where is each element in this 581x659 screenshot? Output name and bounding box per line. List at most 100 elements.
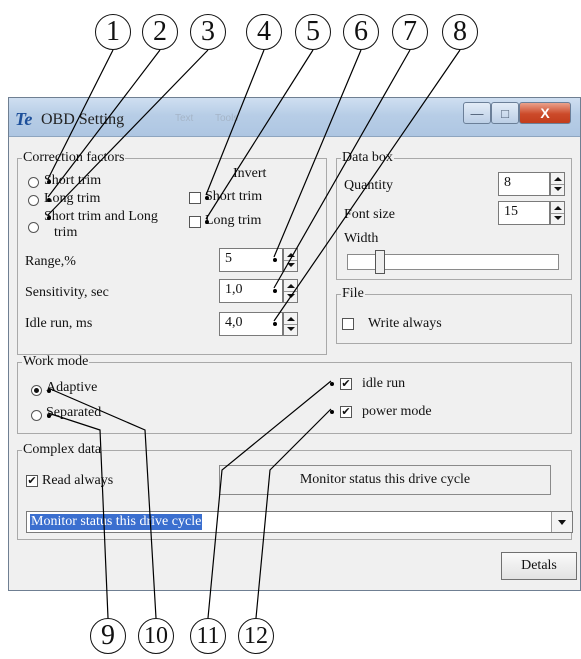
- callout-anchor: [273, 289, 277, 293]
- short-and-long-trim-label-line2: trim: [54, 225, 78, 240]
- complex-data-legend: Complex data: [23, 442, 102, 457]
- data-box-legend: Data box: [342, 150, 393, 165]
- close-button[interactable]: X: [519, 102, 571, 124]
- callout-anchor: [47, 180, 51, 184]
- callout-7: 7: [392, 14, 428, 50]
- callout-12: 12: [238, 618, 274, 654]
- width-slider-thumb[interactable]: [375, 250, 386, 274]
- invert-short-trim-checkbox[interactable]: [189, 192, 201, 204]
- callout-anchor: [330, 410, 334, 414]
- callout-anchor: [273, 322, 277, 326]
- quantity-value[interactable]: 8: [498, 172, 550, 196]
- long-trim-radio[interactable]: [28, 195, 39, 206]
- spin-down-icon[interactable]: [554, 216, 562, 220]
- spin-down-icon[interactable]: [554, 187, 562, 191]
- invert-label: Invert: [233, 166, 267, 181]
- callout-anchor: [47, 414, 51, 418]
- obd-setting-window: Te OBD Setting Text Tools — □ X Correcti…: [8, 97, 581, 591]
- font-size-label: Font size: [344, 207, 395, 222]
- callout-11: 11: [190, 618, 226, 654]
- title-bar[interactable]: Te OBD Setting Text Tools — □ X: [9, 98, 580, 137]
- idle-run-checkbox[interactable]: ✔: [340, 378, 352, 390]
- dropdown-selected-value[interactable]: Monitor status this drive cycle: [30, 514, 203, 530]
- callout-1: 1: [95, 14, 131, 50]
- check-icon: ✔: [341, 405, 351, 418]
- callout-3: 3: [190, 14, 226, 50]
- sensitivity-label: Sensitivity, sec: [25, 285, 109, 300]
- short-trim-radio[interactable]: [28, 177, 39, 188]
- callout-6: 6: [343, 14, 379, 50]
- short-and-long-trim-label: Short trim and Long: [44, 209, 158, 224]
- details-button[interactable]: Detals: [501, 552, 577, 580]
- ghost-title-text: Tools: [215, 113, 239, 124]
- window-title: OBD Setting: [41, 111, 125, 128]
- idle-run-spin-arrows[interactable]: [283, 312, 298, 336]
- spin-down-icon[interactable]: [287, 327, 295, 331]
- font-size-spinbox[interactable]: 15: [498, 201, 566, 225]
- check-icon: ✔: [27, 474, 37, 487]
- read-always-label: Read always: [42, 473, 114, 488]
- sensitivity-spinbox[interactable]: 1,0: [219, 279, 299, 303]
- separated-label: Separated: [46, 405, 102, 420]
- invert-long-trim-checkbox[interactable]: [189, 216, 201, 228]
- write-always-checkbox[interactable]: [342, 318, 354, 330]
- power-mode-label: power mode: [362, 404, 432, 419]
- adaptive-label: Adaptive: [46, 380, 98, 395]
- correction-factors-legend: Correction factors: [23, 150, 125, 165]
- idle-run-label: idle run: [362, 376, 406, 391]
- callout-2: 2: [142, 14, 178, 50]
- read-always-checkbox[interactable]: ✔: [26, 475, 38, 487]
- font-size-spin-arrows[interactable]: [550, 201, 565, 225]
- callout-anchor: [205, 220, 209, 224]
- sensitivity-spin-arrows[interactable]: [283, 279, 298, 303]
- callout-5: 5: [295, 14, 331, 50]
- ghost-title-text: Text: [175, 113, 194, 124]
- separated-radio[interactable]: [31, 410, 42, 421]
- power-mode-checkbox[interactable]: ✔: [340, 406, 352, 418]
- callout-anchor: [47, 389, 51, 393]
- spin-down-icon[interactable]: [287, 263, 295, 267]
- quantity-spinbox[interactable]: 8: [498, 172, 566, 196]
- maximize-button[interactable]: □: [491, 102, 519, 124]
- file-group: File: [336, 286, 572, 344]
- maximize-icon: □: [501, 105, 509, 121]
- callout-anchor: [330, 382, 334, 386]
- spin-down-icon[interactable]: [287, 294, 295, 298]
- idle-run-ms-label: Idle run, ms: [25, 316, 93, 331]
- spin-up-icon[interactable]: [554, 206, 562, 210]
- invert-long-trim-label: Long trim: [205, 213, 262, 228]
- minimize-icon: —: [470, 105, 484, 121]
- invert-short-trim-label: Short trim: [205, 189, 263, 204]
- spin-up-icon[interactable]: [554, 177, 562, 181]
- minimize-button[interactable]: —: [463, 102, 491, 124]
- callout-anchor: [273, 258, 277, 262]
- monitor-status-dropdown[interactable]: Monitor status this drive cycle: [26, 511, 573, 533]
- quantity-label: Quantity: [344, 178, 393, 193]
- spin-up-icon[interactable]: [287, 317, 295, 321]
- callout-anchor: [47, 216, 51, 220]
- short-and-long-trim-radio[interactable]: [28, 222, 39, 233]
- spin-up-icon[interactable]: [287, 253, 295, 257]
- callout-9: 9: [90, 618, 126, 654]
- range-spin-arrows[interactable]: [283, 248, 298, 272]
- callout-anchor: [205, 196, 209, 200]
- adaptive-radio[interactable]: [31, 385, 42, 396]
- idle-run-spinbox[interactable]: 4,0: [219, 312, 299, 336]
- file-legend: File: [342, 286, 364, 301]
- quantity-spin-arrows[interactable]: [550, 172, 565, 196]
- spin-up-icon[interactable]: [287, 284, 295, 288]
- callout-8: 8: [442, 14, 478, 50]
- work-mode-group: Work mode: [17, 354, 572, 434]
- long-trim-label: Long trim: [44, 191, 101, 206]
- work-mode-legend: Work mode: [23, 354, 89, 369]
- check-icon: ✔: [341, 377, 351, 390]
- app-icon: Te: [15, 109, 33, 129]
- width-label: Width: [344, 231, 379, 246]
- close-icon: X: [540, 105, 550, 121]
- chevron-down-icon[interactable]: [551, 512, 572, 532]
- font-size-value[interactable]: 15: [498, 201, 550, 225]
- range-label: Range,%: [25, 254, 76, 269]
- callout-4: 4: [246, 14, 282, 50]
- monitor-status-box: Monitor status this drive cycle: [219, 465, 551, 495]
- range-spinbox[interactable]: 5: [219, 248, 299, 272]
